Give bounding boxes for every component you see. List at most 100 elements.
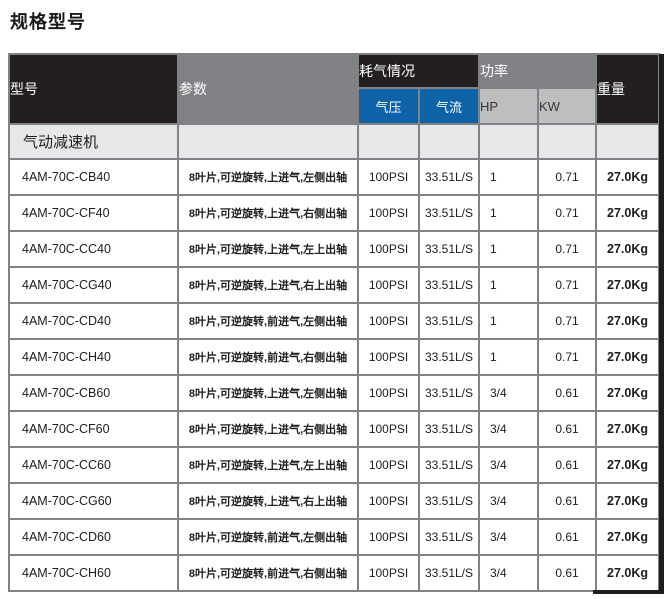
params-cell: 8叶片,可逆旋转,上进气,左上出轴: [178, 447, 358, 483]
flow-cell: 33.51L/S: [419, 519, 479, 555]
kw-cell: 0.61: [538, 555, 596, 591]
pressure-cell: 100PSI: [358, 159, 419, 195]
table-row: 4AM-70C-CD40 8叶片,可逆旋转,前进气,左侧出轴 100PSI 33…: [9, 303, 659, 339]
kw-cell: 0.71: [538, 339, 596, 375]
pressure-cell: 100PSI: [358, 555, 419, 591]
kw-cell: 0.61: [538, 447, 596, 483]
pressure-cell: 100PSI: [358, 483, 419, 519]
pressure-cell: 100PSI: [358, 519, 419, 555]
table-row: 4AM-70C-CF40 8叶片,可逆旋转,上进气,右侧出轴 100PSI 33…: [9, 195, 659, 231]
kw-cell: 0.61: [538, 411, 596, 447]
col-header-weight: 重量: [596, 54, 659, 124]
table-row: 4AM-70C-CC60 8叶片,可逆旋转,上进气,左上出轴 100PSI 33…: [9, 447, 659, 483]
col-header-power: 功率: [479, 54, 596, 88]
section-label: 气动减速机: [9, 124, 178, 159]
section-empty-cell: [358, 124, 419, 159]
col-header-air-pressure: 气压: [358, 88, 419, 124]
section-empty-cell: [596, 124, 659, 159]
table-row: 4AM-70C-CB60 8叶片,可逆旋转,上进气,左侧出轴 100PSI 33…: [9, 375, 659, 411]
flow-cell: 33.51L/S: [419, 555, 479, 591]
weight-cell: 27.0Kg: [596, 195, 659, 231]
col-header-hp: HP: [479, 88, 538, 124]
table-bottom-shadow: [593, 590, 664, 594]
section-empty-cell: [538, 124, 596, 159]
flow-cell: 33.51L/S: [419, 159, 479, 195]
hp-cell: 1: [479, 231, 538, 267]
pressure-cell: 100PSI: [358, 447, 419, 483]
model-cell: 4AM-70C-CD60: [9, 519, 178, 555]
params-cell: 8叶片,可逆旋转,上进气,左侧出轴: [178, 159, 358, 195]
section-empty-cell: [419, 124, 479, 159]
weight-cell: 27.0Kg: [596, 447, 659, 483]
kw-cell: 0.71: [538, 303, 596, 339]
weight-cell: 27.0Kg: [596, 375, 659, 411]
flow-cell: 33.51L/S: [419, 303, 479, 339]
flow-cell: 33.51L/S: [419, 195, 479, 231]
kw-cell: 0.71: [538, 267, 596, 303]
model-cell: 4AM-70C-CG60: [9, 483, 178, 519]
kw-cell: 0.61: [538, 483, 596, 519]
weight-cell: 27.0Kg: [596, 231, 659, 267]
section-empty-cell: [178, 124, 358, 159]
kw-cell: 0.71: [538, 231, 596, 267]
hp-cell: 1: [479, 195, 538, 231]
col-header-model: 型号: [9, 54, 178, 124]
flow-cell: 33.51L/S: [419, 483, 479, 519]
table-row: 4AM-70C-CG40 8叶片,可逆旋转,上进气,右上出轴 100PSI 33…: [9, 267, 659, 303]
kw-cell: 0.71: [538, 195, 596, 231]
hp-cell: 3/4: [479, 483, 538, 519]
table-row: 4AM-70C-CH40 8叶片,可逆旋转,前进气,右侧出轴 100PSI 33…: [9, 339, 659, 375]
hp-cell: 3/4: [479, 555, 538, 591]
kw-cell: 0.61: [538, 375, 596, 411]
params-cell: 8叶片,可逆旋转,前进气,右侧出轴: [178, 339, 358, 375]
pressure-cell: 100PSI: [358, 411, 419, 447]
col-header-kw: KW: [538, 88, 596, 124]
model-cell: 4AM-70C-CD40: [9, 303, 178, 339]
weight-cell: 27.0Kg: [596, 483, 659, 519]
weight-cell: 27.0Kg: [596, 555, 659, 591]
header-row-1: 型号 参数 耗气情况 功率 重量: [9, 54, 659, 88]
model-cell: 4AM-70C-CC40: [9, 231, 178, 267]
model-cell: 4AM-70C-CG40: [9, 267, 178, 303]
pressure-cell: 100PSI: [358, 267, 419, 303]
params-cell: 8叶片,可逆旋转,上进气,右侧出轴: [178, 195, 358, 231]
section-empty-cell: [479, 124, 538, 159]
params-cell: 8叶片,可逆旋转,上进气,左侧出轴: [178, 375, 358, 411]
col-header-air-consumption: 耗气情况: [358, 54, 479, 88]
table-row: 4AM-70C-CD60 8叶片,可逆旋转,前进气,左侧出轴 100PSI 33…: [9, 519, 659, 555]
hp-cell: 3/4: [479, 519, 538, 555]
model-cell: 4AM-70C-CH40: [9, 339, 178, 375]
params-cell: 8叶片,可逆旋转,上进气,右上出轴: [178, 483, 358, 519]
table-row: 4AM-70C-CH60 8叶片,可逆旋转,前进气,右侧出轴 100PSI 33…: [9, 555, 659, 591]
hp-cell: 1: [479, 159, 538, 195]
params-cell: 8叶片,可逆旋转,上进气,右上出轴: [178, 267, 358, 303]
weight-cell: 27.0Kg: [596, 303, 659, 339]
table-row: 4AM-70C-CC40 8叶片,可逆旋转,上进气,左上出轴 100PSI 33…: [9, 231, 659, 267]
flow-cell: 33.51L/S: [419, 447, 479, 483]
kw-cell: 0.71: [538, 159, 596, 195]
model-cell: 4AM-70C-CC60: [9, 447, 178, 483]
col-header-params: 参数: [178, 54, 358, 124]
spec-table: 型号 参数 耗气情况 功率 重量 气压 气流 HP KW 气动减速机 4AM-7…: [8, 53, 660, 592]
flow-cell: 33.51L/S: [419, 231, 479, 267]
page-title: 规格型号: [10, 8, 86, 34]
weight-cell: 27.0Kg: [596, 339, 659, 375]
params-cell: 8叶片,可逆旋转,上进气,左上出轴: [178, 231, 358, 267]
pressure-cell: 100PSI: [358, 195, 419, 231]
weight-cell: 27.0Kg: [596, 159, 659, 195]
section-row: 气动减速机: [9, 124, 659, 159]
table-row: 4AM-70C-CB40 8叶片,可逆旋转,上进气,左侧出轴 100PSI 33…: [9, 159, 659, 195]
kw-cell: 0.61: [538, 519, 596, 555]
pressure-cell: 100PSI: [358, 339, 419, 375]
hp-cell: 3/4: [479, 375, 538, 411]
weight-cell: 27.0Kg: [596, 267, 659, 303]
pressure-cell: 100PSI: [358, 303, 419, 339]
hp-cell: 3/4: [479, 447, 538, 483]
weight-cell: 27.0Kg: [596, 519, 659, 555]
hp-cell: 1: [479, 267, 538, 303]
model-cell: 4AM-70C-CB60: [9, 375, 178, 411]
params-cell: 8叶片,可逆旋转,上进气,右侧出轴: [178, 411, 358, 447]
model-cell: 4AM-70C-CF60: [9, 411, 178, 447]
model-cell: 4AM-70C-CH60: [9, 555, 178, 591]
params-cell: 8叶片,可逆旋转,前进气,左侧出轴: [178, 303, 358, 339]
